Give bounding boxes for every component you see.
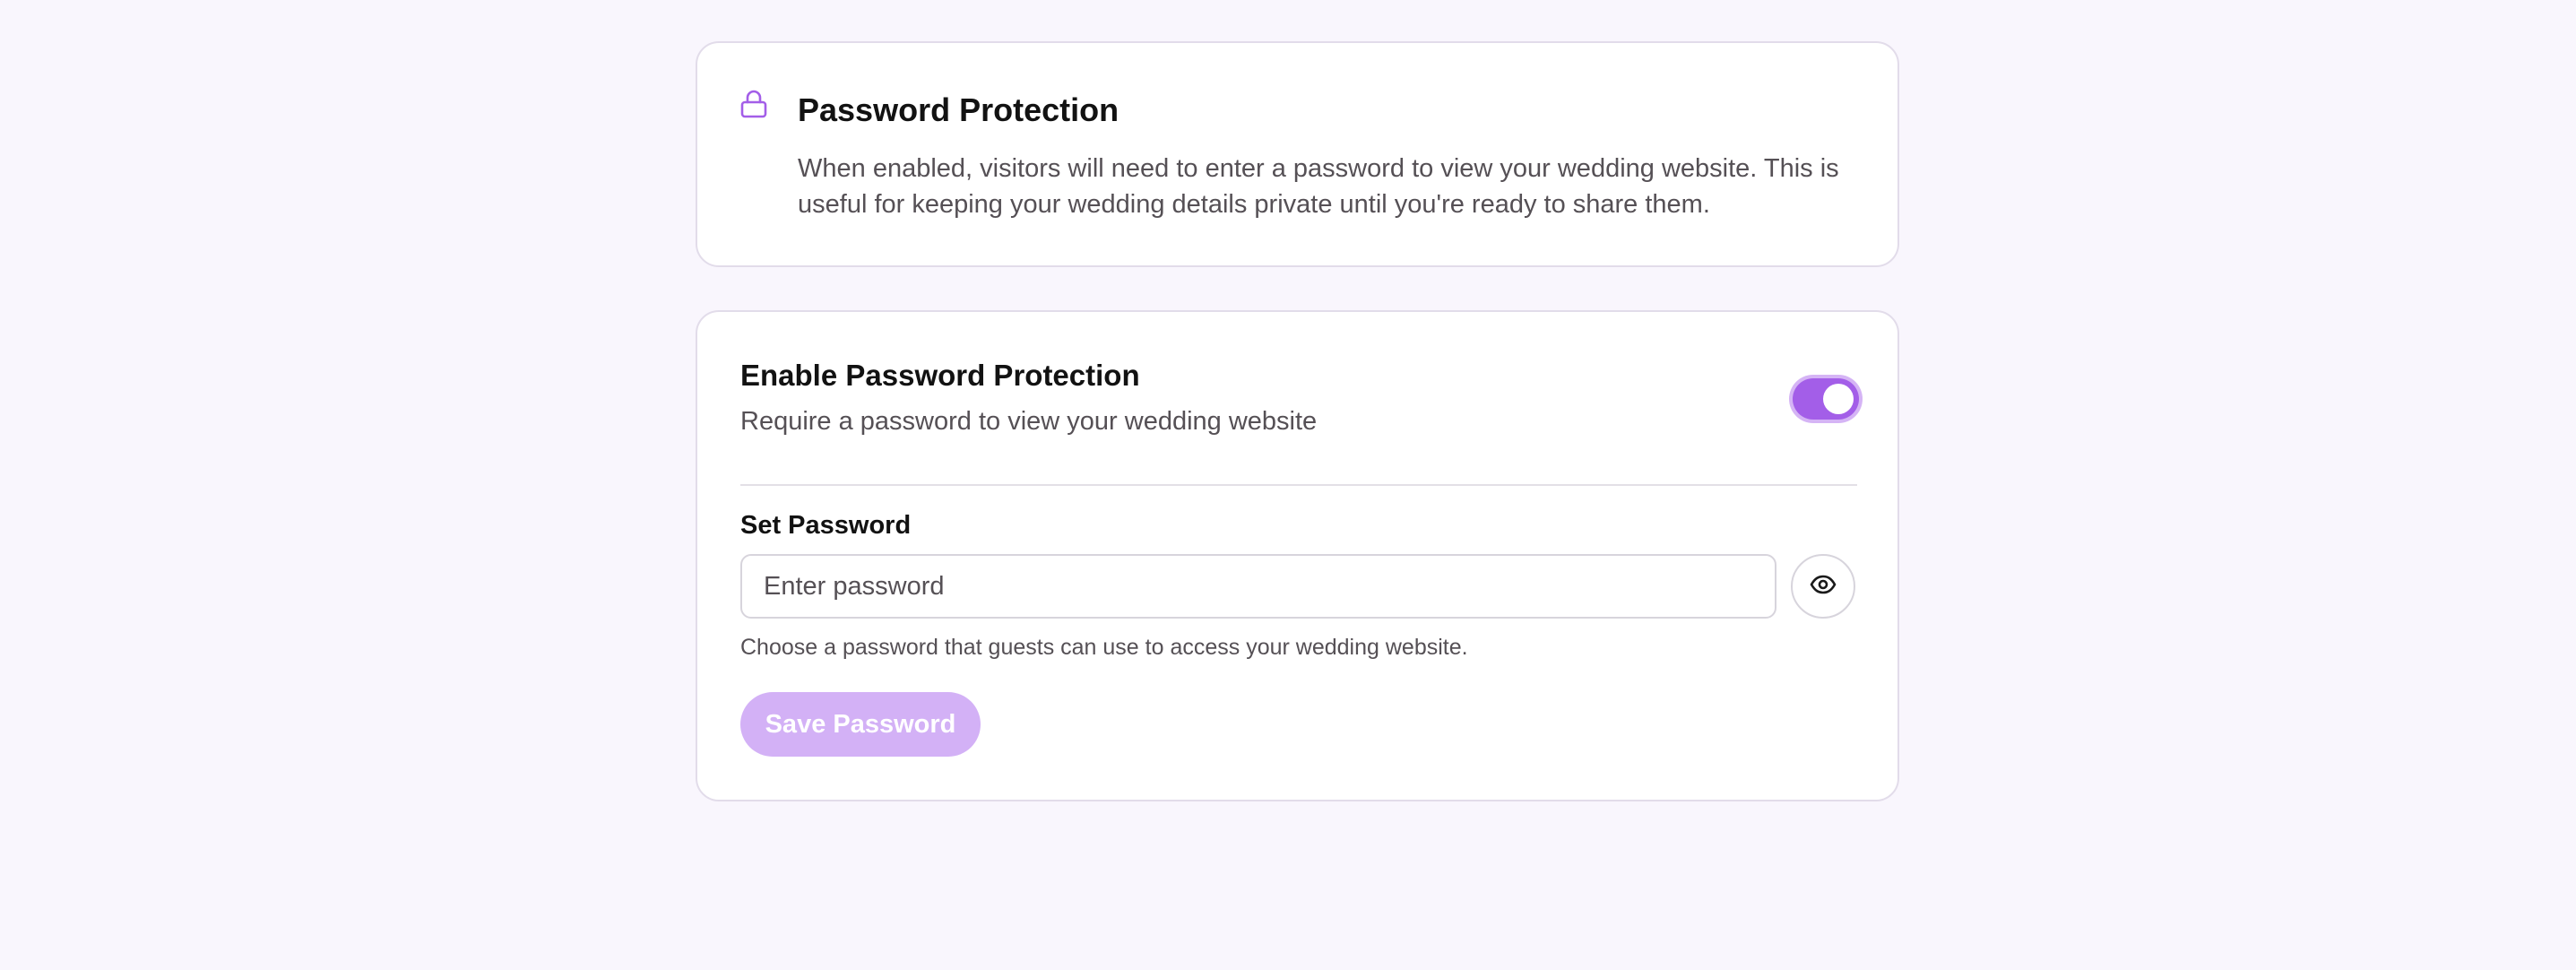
- info-title: Password Protection: [798, 91, 1119, 128]
- toggle-subtitle: Require a password to view your wedding …: [740, 407, 1318, 436]
- show-password-button[interactable]: [1791, 554, 1855, 619]
- eye-icon: [1810, 575, 1837, 599]
- info-description: When enabled, visitors will need to ente…: [798, 154, 1839, 219]
- toggle-title: Enable Password Protection: [740, 359, 1140, 392]
- toggle-knob: [1823, 384, 1854, 414]
- save-password-button[interactable]: Save Password: [740, 692, 981, 757]
- password-protection-toggle[interactable]: [1793, 378, 1859, 420]
- password-input[interactable]: [740, 554, 1776, 619]
- set-password-label: Set Password: [740, 511, 912, 540]
- password-hint: Choose a password that guests can use to…: [740, 635, 1468, 660]
- divider: [740, 484, 1857, 486]
- page-content: Password Protection When enabled, visito…: [696, 41, 1899, 801]
- settings-card: Enable Password Protection Require a pas…: [696, 310, 1899, 801]
- lock-icon: [740, 90, 767, 118]
- info-card: Password Protection When enabled, visito…: [696, 41, 1899, 267]
